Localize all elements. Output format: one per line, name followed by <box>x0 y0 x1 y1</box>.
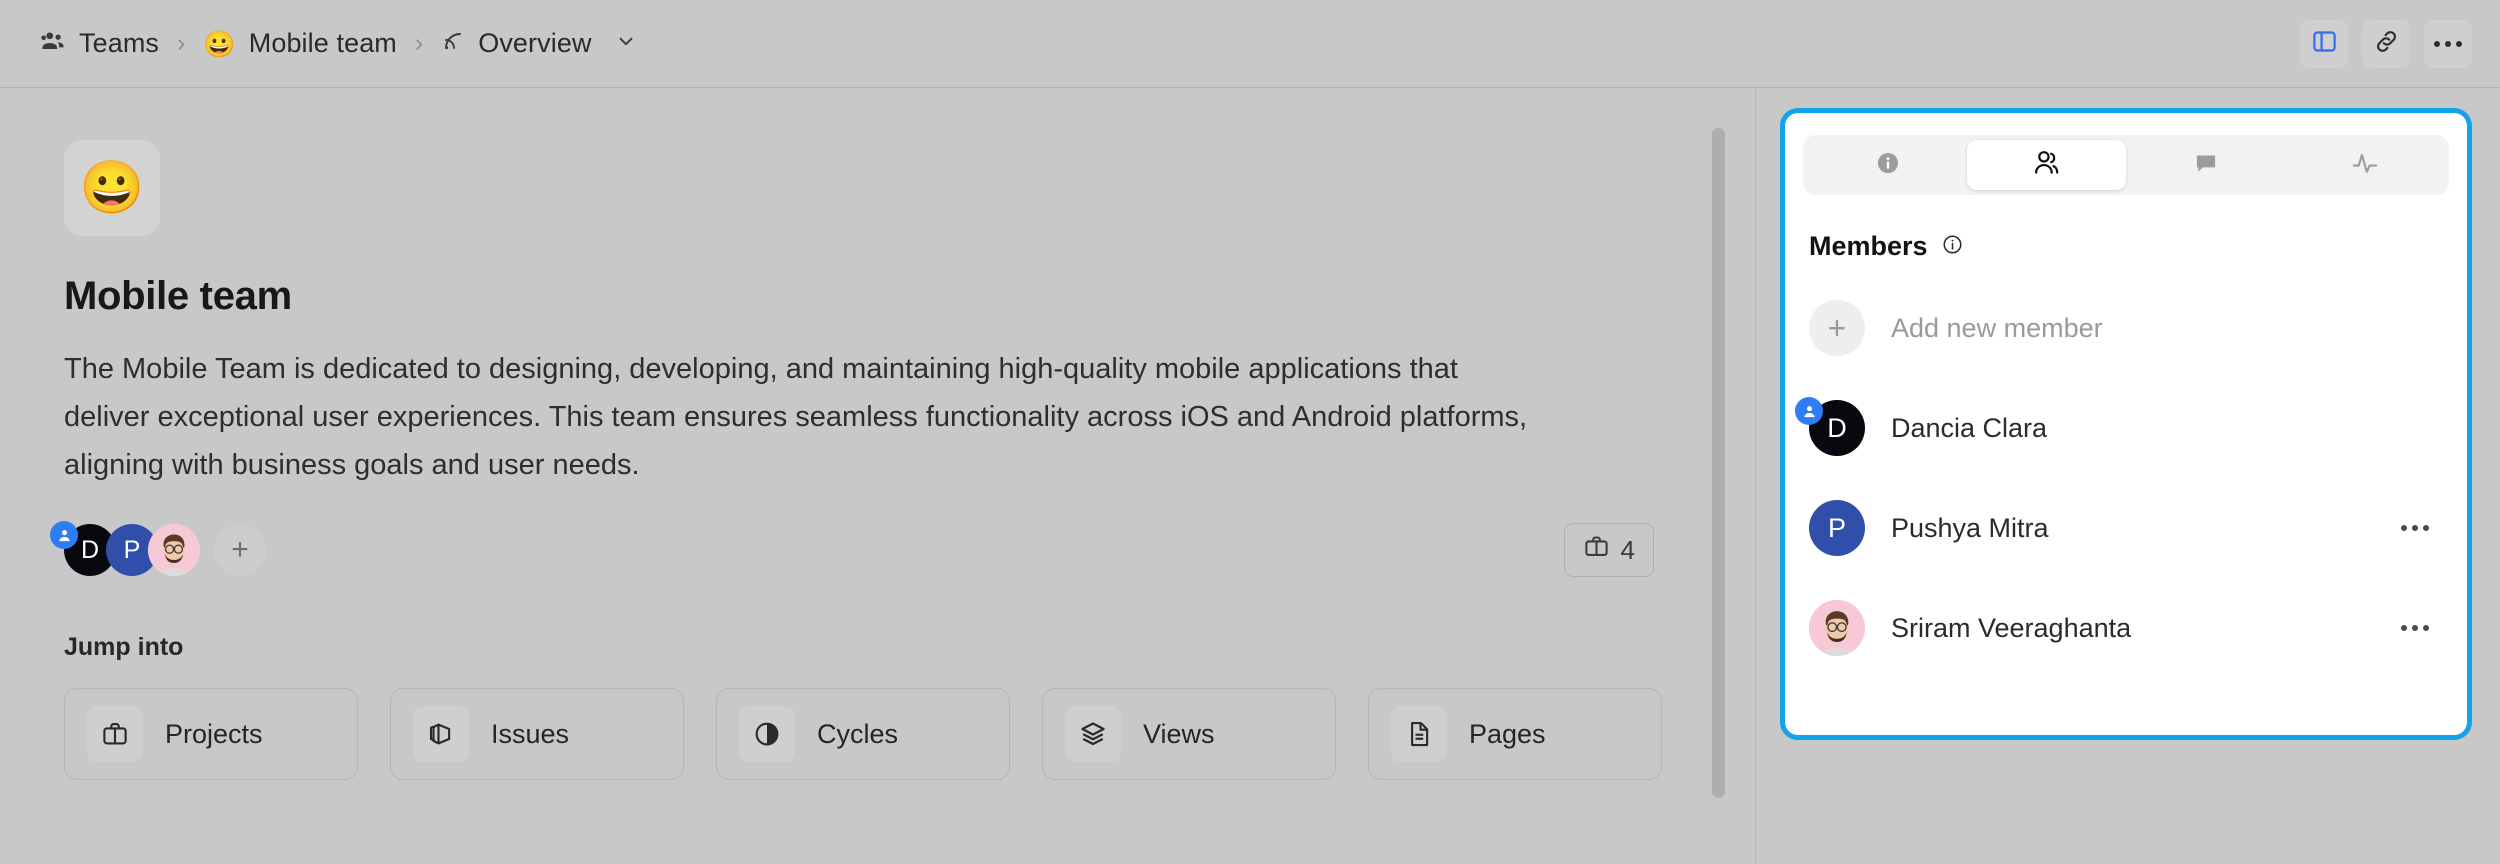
member-avatar <box>1809 600 1865 656</box>
chevron-down-icon[interactable] <box>615 30 637 57</box>
team-people-row: D P + 4 <box>50 521 1654 577</box>
breadcrumb-separator-2: › <box>414 29 424 57</box>
more-options-button[interactable] <box>2424 19 2472 68</box>
right-panel-column: Members + Add new member D Dancia Clara … <box>1756 88 2500 864</box>
member-avatar: P <box>1809 500 1865 556</box>
add-new-member-row[interactable]: + Add new member <box>1785 278 2467 378</box>
memoji-avatar-icon <box>1809 600 1865 656</box>
layers-stack-icon <box>413 706 469 762</box>
team-avatar[interactable]: 😀 <box>64 140 160 236</box>
breadcrumb: Teams › 😀 Mobile team › Overview <box>34 0 643 87</box>
activity-pulse-icon <box>2350 148 2380 183</box>
tab-activity[interactable] <box>2285 140 2444 190</box>
members-section-header: Members <box>1809 231 2467 262</box>
member-name: Pushya Mitra <box>1891 512 2049 543</box>
member-avatar-initial: P <box>1827 512 1846 543</box>
jump-card-views[interactable]: Views <box>1042 688 1336 780</box>
jump-into-grid: Projects Issues Cycles Views Pages <box>64 688 1755 780</box>
avatar-initial: P <box>123 535 141 564</box>
member-actions-menu[interactable] <box>2393 617 2437 639</box>
team-emoji-icon: 😀 <box>203 28 236 59</box>
info-filled-icon <box>1874 149 1902 182</box>
plus-icon: + <box>1809 300 1865 356</box>
breadcrumb-separator: › <box>177 29 186 57</box>
member-row-dancia-clara[interactable]: D Dancia Clara <box>1785 378 2467 478</box>
member-name: Sriram Veeraghanta <box>1891 612 2132 643</box>
team-lead-badge-icon <box>1795 397 1823 425</box>
breadcrumb-item-overview[interactable]: Overview <box>435 23 642 64</box>
jump-card-label: Views <box>1143 718 1215 749</box>
member-row-sriram-veeraghanta[interactable]: Sriram Veeraghanta <box>1785 578 2467 678</box>
breadcrumb-label-teams: Teams <box>79 28 160 58</box>
link-icon <box>2373 28 2400 60</box>
tab-comments[interactable] <box>2126 140 2285 190</box>
header-actions <box>2300 19 2472 68</box>
jump-card-label: Pages <box>1469 718 1546 749</box>
team-description: The Mobile Team is dedicated to designin… <box>64 353 1528 481</box>
main-vertical-scrollbar[interactable] <box>1712 128 1725 798</box>
main-content: 😀 Mobile team The Mobile Team is dedicat… <box>0 88 1755 864</box>
breadcrumb-item-mobile-team[interactable]: 😀 Mobile team <box>197 23 403 64</box>
avatar-sriram[interactable] <box>148 524 200 576</box>
team-lead-badge-icon <box>50 521 78 549</box>
member-row-pushya-mitra[interactable]: P Pushya Mitra <box>1785 478 2467 578</box>
breadcrumb-item-teams[interactable]: Teams <box>34 23 165 64</box>
tab-members[interactable] <box>1967 140 2126 190</box>
memoji-avatar-icon <box>148 524 200 576</box>
body-wrapper: 😀 Mobile team The Mobile Team is dedicat… <box>0 88 2500 864</box>
jump-card-label: Cycles <box>817 718 899 749</box>
avatar-initial: D <box>80 535 100 564</box>
rss-broadcast-icon <box>441 29 465 58</box>
panel-layout-icon <box>2311 28 2338 60</box>
avatar-stack: D P + <box>50 521 266 576</box>
toggle-sidebar-button[interactable] <box>2300 19 2348 68</box>
project-count-badge[interactable]: 4 <box>1563 523 1654 577</box>
tab-info[interactable] <box>1808 140 1967 190</box>
project-count-value: 4 <box>1620 534 1635 565</box>
ellipsis-icon <box>2434 40 2462 47</box>
stacked-layers-icon <box>1065 706 1121 762</box>
jump-card-cycles[interactable]: Cycles <box>716 688 1010 780</box>
jump-card-issues[interactable]: Issues <box>390 688 684 780</box>
member-actions-menu[interactable] <box>2393 517 2437 539</box>
chat-bubble-icon <box>2192 149 2220 182</box>
app-header: Teams › 😀 Mobile team › Overview <box>0 0 2500 88</box>
copy-link-button[interactable] <box>2362 19 2410 68</box>
add-new-member-label: Add new member <box>1891 312 2103 343</box>
panel-tabbar <box>1803 135 2449 195</box>
briefcase-icon <box>1583 533 1610 567</box>
page-title: Mobile team <box>64 274 292 318</box>
info-outline-icon[interactable] <box>1941 233 1964 261</box>
people-group-icon <box>40 28 66 59</box>
members-list: + Add new member D Dancia Clara P Pushya… <box>1785 278 2467 678</box>
members-title: Members <box>1809 231 1928 261</box>
member-avatar: D <box>1795 397 1865 456</box>
member-avatar-initial: D <box>1827 412 1847 443</box>
contrast-circle-icon <box>739 706 795 762</box>
add-member-button[interactable]: + <box>214 524 266 576</box>
member-name: Dancia Clara <box>1891 412 2048 443</box>
people-icon <box>2031 147 2062 183</box>
briefcase-icon <box>87 706 143 762</box>
jump-card-label: Issues <box>491 718 570 749</box>
breadcrumb-label-overview: Overview <box>478 28 592 58</box>
jump-card-projects[interactable]: Projects <box>64 688 358 780</box>
jump-card-label: Projects <box>165 718 263 749</box>
jump-into-title: Jump into <box>64 633 184 661</box>
document-icon <box>1391 706 1447 762</box>
members-side-panel: Members + Add new member D Dancia Clara … <box>1780 108 2472 740</box>
breadcrumb-label-mobile-team: Mobile team <box>248 28 397 58</box>
jump-card-pages[interactable]: Pages <box>1368 688 1662 780</box>
